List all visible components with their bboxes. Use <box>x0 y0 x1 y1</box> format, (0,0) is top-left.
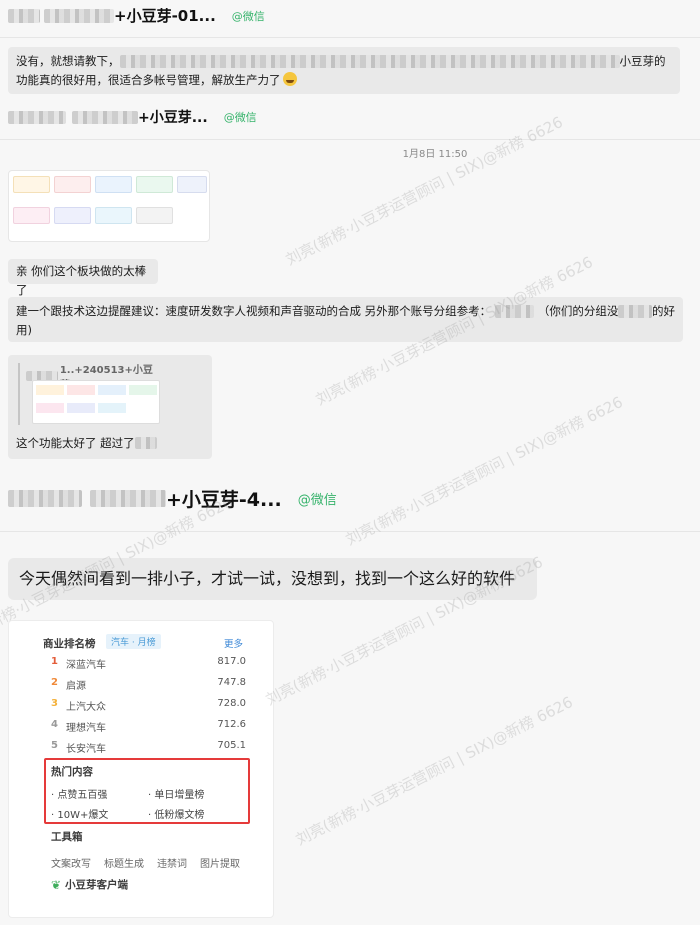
redacted-text <box>134 437 157 449</box>
rank-number: 4 <box>51 719 58 730</box>
rank-number: 1 <box>51 656 58 667</box>
rank-row: 1 深蓝汽车 817.0 <box>51 656 246 672</box>
wechat-source-label: @微信 <box>231 9 265 23</box>
rank-value: 705.1 <box>217 740 246 751</box>
message-text: 今天偶然间看到一排小子，才试一试，没想到，找到一个这么好的软件 <box>19 569 516 588</box>
wechat-source-label: @微信 <box>223 111 257 124</box>
message-text: 建一个跟技术这边提醒建议：速度研发数字人视频和声音驱动的合成 另外那个账号分组参… <box>16 304 492 318</box>
rank-value: 712.6 <box>217 719 246 730</box>
rank-row: 4 理想汽车 712.6 <box>51 719 246 735</box>
sender-header-2: +小豆芽... @微信 <box>8 107 257 127</box>
rank-name: 长安汽车 <box>66 744 106 755</box>
watermark: 刘亮(新榜·小豆芽运营顾问 | SIX)@新榜 6626 <box>292 692 576 849</box>
message-text: 用) <box>16 323 32 337</box>
rank-number: 3 <box>51 698 58 709</box>
divider <box>0 531 700 532</box>
rank-row: 2 启源 747.8 <box>51 677 246 693</box>
redacted-name <box>72 110 138 124</box>
rank-number: 5 <box>51 740 58 751</box>
message-text: （你们的分组没 <box>537 304 619 318</box>
hot-item: · 10W+爆文 <box>51 810 109 821</box>
rank-category-tag: 汽车 · 月榜 <box>106 634 161 649</box>
message-text: 亲 你们这个板块做的太棒了 <box>16 264 147 297</box>
message-timestamp: 1月8日 11:50 <box>402 149 468 160</box>
rank-number: 2 <box>51 677 58 688</box>
sender-name: +小豆芽... <box>138 110 208 126</box>
quoted-reply-bubble: 1..+240513+小豆芽-107939: 这个功能太好了 超过了 <box>8 355 212 459</box>
rank-row: 3 上汽大众 728.0 <box>51 698 246 714</box>
sender-header-1: +小豆芽-01... @微信 <box>8 5 265 26</box>
hot-item: · 单日增量榜 <box>148 790 205 801</box>
message-bubble: 没有，就想请教下， 小豆芽的 功能真的很好用，很适合多帐号管理，解放生产力了 <box>8 47 680 94</box>
divider <box>0 37 700 38</box>
rank-value: 817.0 <box>217 656 246 667</box>
rank-more-link: 更多 <box>224 639 244 650</box>
rank-value: 728.0 <box>217 698 246 709</box>
redacted-text <box>495 305 534 318</box>
hot-content-title: 热门内容 <box>51 766 93 778</box>
shared-image-thumbnail[interactable] <box>8 170 210 242</box>
sender-name: +小豆芽-4... <box>166 489 282 511</box>
message-text: 没有，就想请教下， <box>16 54 120 68</box>
grinning-sweat-emoji-icon <box>282 72 297 86</box>
sprout-logo-icon: ❦ <box>51 877 62 892</box>
redacted-name <box>8 110 66 124</box>
wechat-source-label: @微信 <box>297 493 337 508</box>
message-text: 功能真的很好用，很适合多帐号管理，解放生产力了 <box>16 73 281 87</box>
message-bubble: 今天偶然间看到一排小子，才试一试，没想到，找到一个这么好的软件 <box>8 558 537 600</box>
redacted-text <box>618 305 652 318</box>
redacted-name <box>90 490 166 507</box>
rank-name: 启源 <box>66 681 86 692</box>
quote-bar <box>18 363 20 425</box>
brand-footer: ❦ 小豆芽客户端 <box>51 877 128 892</box>
message-bubble: 建一个跟技术这边提醒建议：速度研发数字人视频和声音驱动的合成 另外那个账号分组参… <box>8 297 683 342</box>
redacted-name <box>44 8 114 23</box>
quote-reply-text: 这个功能太好了 超过了 <box>16 435 157 451</box>
toolbox-title: 工具箱 <box>51 831 83 843</box>
rank-name: 上汽大众 <box>66 702 106 713</box>
tool-item: 标题生成 <box>104 859 144 870</box>
tool-item: 违禁词 <box>157 859 187 870</box>
hot-item: · 点赞五百强 <box>51 790 108 801</box>
watermark: 刘亮(新榜·小豆芽运营顾问 | SIX)@新榜 6626 <box>282 112 566 269</box>
divider <box>0 139 700 140</box>
watermark: 刘亮(新榜·小豆芽运营顾问 | SIX)@新榜 6626 <box>342 392 626 549</box>
message-bubble: 亲 你们这个板块做的太棒了 <box>8 259 158 297</box>
message-text: 的好 <box>652 304 675 318</box>
brand-name: 小豆芽客户端 <box>65 879 129 891</box>
rank-row: 5 长安汽车 705.1 <box>51 740 246 756</box>
tool-item: 文案改写 <box>51 859 91 870</box>
redacted-name <box>8 8 40 23</box>
rank-section-title: 商业排名榜 <box>43 638 96 650</box>
rank-name: 深蓝汽车 <box>66 660 106 671</box>
rank-name: 理想汽车 <box>66 723 106 734</box>
sender-header-3: +小豆芽-4... @微信 <box>8 485 337 512</box>
hot-item: · 低粉爆文榜 <box>148 810 205 821</box>
redacted-name <box>8 490 82 507</box>
message-text: 小豆芽的 <box>619 54 666 68</box>
redacted-text <box>119 55 620 68</box>
rank-value: 747.8 <box>217 677 246 688</box>
message-text: 这个功能太好了 超过了 <box>16 436 135 450</box>
quoted-image-thumbnail[interactable] <box>32 380 160 424</box>
sender-name: +小豆芽-01... <box>114 7 216 25</box>
tool-item: 图片提取 <box>200 859 240 870</box>
